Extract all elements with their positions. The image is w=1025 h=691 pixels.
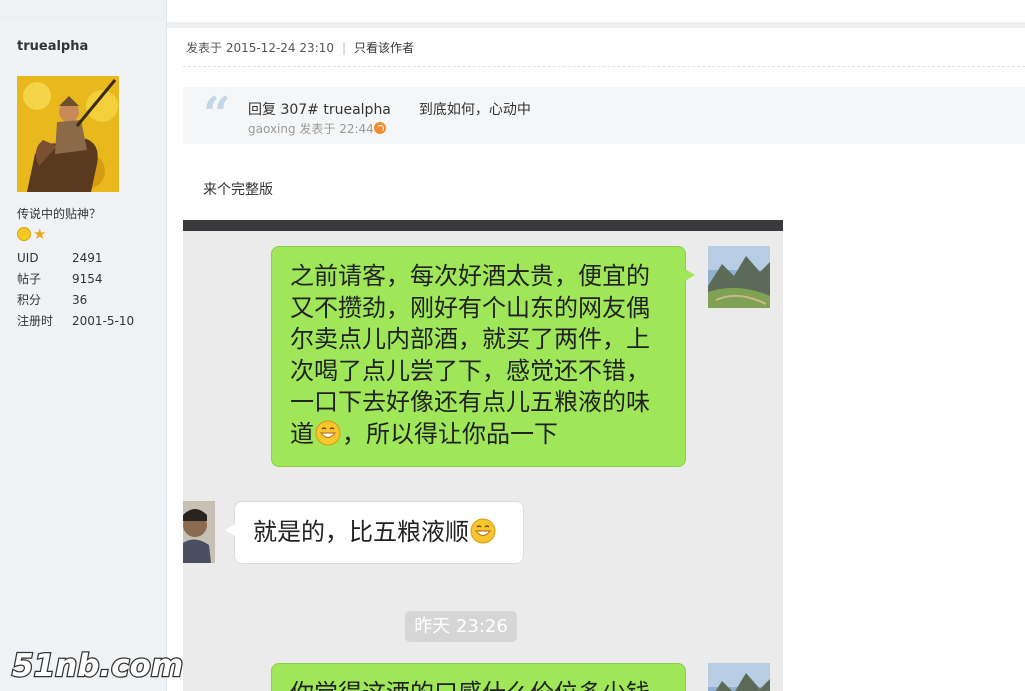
stat-value: 2001-5-10 bbox=[72, 314, 135, 328]
stat-row-points: 积分 36 bbox=[17, 292, 134, 313]
stat-label: 注册时 bbox=[17, 314, 54, 328]
stat-label: UID bbox=[17, 251, 39, 265]
quote-reply-to: 回复 307# truealpha bbox=[248, 102, 391, 118]
author-only-link[interactable]: 只看该作者 bbox=[354, 41, 414, 55]
sent-message-bubble: 你觉得这酒的口感什么价位多少钱 bbox=[271, 663, 686, 691]
watermark-text: 51nb.com bbox=[12, 648, 183, 684]
goto-post-icon[interactable] bbox=[373, 122, 386, 134]
stat-value[interactable]: 9154 bbox=[72, 271, 103, 292]
grin-emoji-icon bbox=[470, 518, 496, 544]
stat-row-registered: 注册时 2001-5-10 bbox=[17, 313, 134, 334]
sender-avatar bbox=[708, 663, 770, 691]
sidebar-top-strip bbox=[0, 0, 166, 22]
smiley-medal-icon[interactable] bbox=[17, 227, 31, 241]
quote-line: 回复 307# truealpha 到底如何，心动中 bbox=[248, 99, 531, 119]
author-stats: UID 2491 帖子 9154 积分 36 注册时 2001-5-10 bbox=[17, 250, 134, 334]
post-divider bbox=[167, 22, 1025, 28]
receiver-avatar bbox=[183, 501, 215, 563]
post-meta: 发表于 2015-12-24 23:10 | 只看该作者 bbox=[186, 39, 414, 56]
author-sidebar: truealpha 传说中的贴神？ ★ UID 2491 帖子 9154 积分 bbox=[0, 0, 167, 691]
message-text: ，所以得让你品一下 bbox=[342, 419, 558, 448]
stat-row-uid: UID 2491 bbox=[17, 250, 134, 271]
author-avatar[interactable] bbox=[17, 76, 119, 192]
author-username[interactable]: truealpha bbox=[17, 39, 88, 54]
stat-value[interactable]: 2491 bbox=[72, 250, 103, 271]
received-message-bubble: 就是的，比五粮液顺 bbox=[225, 501, 524, 564]
chat-screenshot: 之前请客，每次好酒太贵，便宜的又不攒劲，刚好有个山东的网友偶尔卖点儿内部酒，就买… bbox=[183, 220, 783, 691]
stat-row-posts: 帖子 9154 bbox=[17, 271, 134, 292]
quote-byline-row: gaoxing 发表于 22:44 bbox=[248, 120, 386, 137]
chat-timestamp: 昨天 23:26 bbox=[405, 611, 517, 642]
message-text: 你觉得这酒的口感什么价位多少钱 bbox=[290, 679, 650, 691]
star-medal-icon[interactable]: ★ bbox=[33, 227, 46, 242]
meta-separator: | bbox=[341, 41, 346, 55]
meta-dashed-line bbox=[183, 66, 1025, 67]
medal-list: ★ bbox=[17, 227, 46, 242]
author-rank-title: 传说中的贴神？ bbox=[17, 207, 102, 221]
message-text: 就是的，比五粮液顺 bbox=[253, 518, 469, 546]
post-body-text: 来个完整版 bbox=[203, 182, 273, 198]
quote-block: “ 回复 307# truealpha 到底如何，心动中 gaoxing 发表于 … bbox=[183, 87, 1025, 144]
quote-byline: gaoxing 发表于 22:44 bbox=[248, 122, 374, 136]
chat-top-bar bbox=[183, 220, 783, 231]
site-watermark-logo: 51nb.com bbox=[10, 646, 210, 687]
grin-emoji-icon bbox=[315, 420, 341, 445]
sent-message-bubble: 之前请客，每次好酒太贵，便宜的又不攒劲，刚好有个山东的网友偶尔卖点儿内部酒，就买… bbox=[271, 246, 695, 467]
sender-avatar bbox=[708, 246, 770, 308]
stat-label: 帖子 bbox=[17, 272, 42, 286]
stat-label: 积分 bbox=[17, 293, 42, 307]
post-timestamp: 发表于 2015-12-24 23:10 bbox=[186, 41, 334, 55]
quote-content: 到底如何，心动中 bbox=[418, 102, 531, 118]
stat-value[interactable]: 36 bbox=[72, 292, 87, 313]
quote-mark-icon: “ bbox=[203, 87, 231, 143]
